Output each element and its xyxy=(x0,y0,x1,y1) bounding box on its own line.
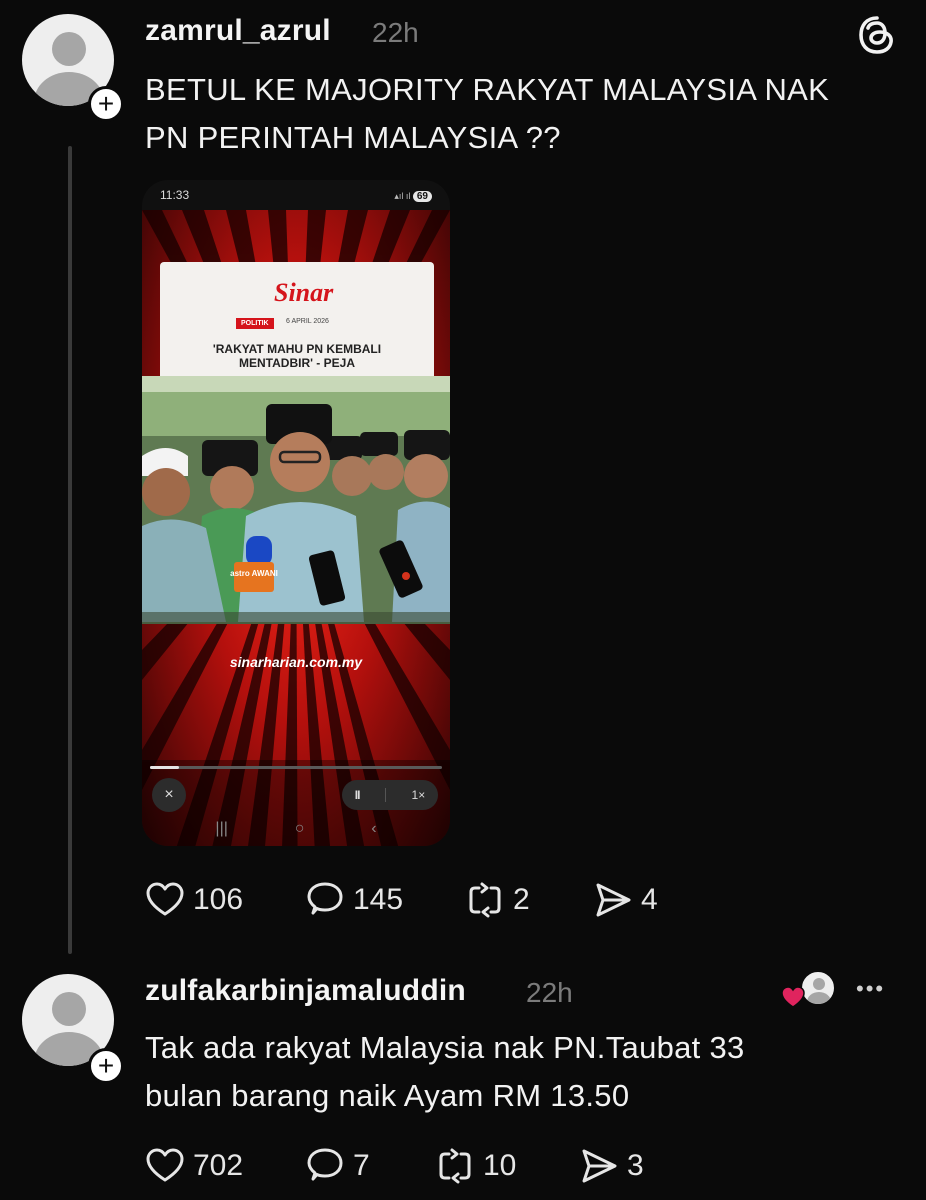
speech-bubble-icon xyxy=(307,1148,343,1181)
headline-line-2: MENTADBIR' - PEJA xyxy=(239,356,355,370)
liked-by-indicator[interactable] xyxy=(780,970,838,1010)
news-headline: 'RAKYAT MAHU PN KEMBALI MENTADBIR' - PEJ… xyxy=(180,342,414,370)
close-video-icon[interactable]: × xyxy=(152,778,186,812)
post-timestamp: 22h xyxy=(372,17,419,48)
post-username[interactable]: zamrul_azrul xyxy=(145,14,331,48)
reply-username[interactable]: zulfakarbinjamaluddin xyxy=(145,974,466,1008)
video-playback-controls[interactable]: II 1× xyxy=(342,780,438,810)
phone-time: 11:33 xyxy=(160,188,190,202)
headline-line-1: 'RAKYAT MAHU PN KEMBALI xyxy=(212,342,382,356)
share-count: 3 xyxy=(627,1149,644,1182)
video-progress-fill xyxy=(150,766,180,769)
recent-apps-icon: ||| xyxy=(215,820,228,837)
follow-plus-icon[interactable]: + xyxy=(88,1048,124,1084)
sinar-logo: Sinar xyxy=(274,278,334,307)
speech-bubble-icon xyxy=(307,882,343,915)
like-count: 702 xyxy=(193,1149,244,1182)
post-media-video[interactable]: 11:33 ▴ıl ıl 69 Sinar POLITIK 6 APRIL 20… xyxy=(142,180,450,846)
avatar-head xyxy=(52,992,86,1026)
video-progress-bar[interactable] xyxy=(150,766,442,769)
reply-action-bar: 702 7 10 3 xyxy=(145,1146,644,1186)
share-count: 4 xyxy=(641,883,658,916)
repost-button[interactable]: 10 xyxy=(435,1146,579,1186)
playback-speed[interactable]: 1× xyxy=(412,788,426,802)
like-button[interactable]: 702 xyxy=(145,1146,305,1186)
phone-navigation-bar: ||| ○ ‹ xyxy=(142,820,450,838)
more-options-icon[interactable]: ••• xyxy=(856,976,885,1002)
press-photo: astro AWANI xyxy=(142,376,450,624)
news-category: POLITIK xyxy=(236,318,274,329)
reply-button[interactable]: 145 xyxy=(305,880,465,920)
send-icon xyxy=(582,1149,617,1183)
phone-status-icons: ▴ıl ıl 69 xyxy=(394,188,432,202)
post-text-line-2: PN PERINTAH MALAYSIA ?? xyxy=(145,120,561,155)
share-button[interactable]: 3 xyxy=(579,1146,644,1186)
source-website: sinarharian.com.my xyxy=(229,654,363,670)
heart-filled-icon xyxy=(781,986,805,1008)
share-button[interactable]: 4 xyxy=(593,880,658,920)
reply-count: 7 xyxy=(353,1149,370,1182)
home-icon: ○ xyxy=(294,820,305,837)
heart-outline-icon xyxy=(146,882,184,916)
mic-flag-label: astro AWANI xyxy=(230,569,278,578)
like-count: 106 xyxy=(193,883,244,916)
reply-text-line-2: bulan barang naik Ayam RM 13.50 xyxy=(145,1078,630,1113)
control-separator xyxy=(384,788,386,802)
heart-outline-icon xyxy=(146,1148,184,1182)
battery-icon: 69 xyxy=(412,191,432,202)
reply-text-line-1: Tak ada rakyat Malaysia nak PN.Taubat 33 xyxy=(145,1030,745,1065)
thread-connector-line xyxy=(68,146,72,954)
back-icon: ‹ xyxy=(371,820,377,837)
threads-logo-icon[interactable] xyxy=(856,14,898,56)
reply-timestamp: 22h xyxy=(526,977,573,1008)
phone-status-bar: 11:33 ▴ıl ıl 69 xyxy=(142,180,450,210)
repost-count: 2 xyxy=(513,883,530,916)
post-text-line-1: BETUL KE MAJORITY RAKYAT MALAYSIA NAK xyxy=(145,72,830,107)
repost-arrows-icon xyxy=(469,882,501,918)
repost-button[interactable]: 2 xyxy=(465,880,593,920)
news-date: 6 APRIL 2026 xyxy=(286,318,329,325)
reply-button[interactable]: 7 xyxy=(305,1146,435,1186)
send-icon xyxy=(596,883,631,917)
like-button[interactable]: 106 xyxy=(145,880,305,920)
pause-icon[interactable]: II xyxy=(355,788,361,802)
repost-count: 10 xyxy=(483,1149,517,1182)
repost-arrows-icon xyxy=(439,1148,471,1184)
follow-plus-icon[interactable]: + xyxy=(88,86,124,122)
avatar-head xyxy=(52,32,86,66)
mini-avatar-head xyxy=(813,978,825,990)
post-action-bar: 106 145 2 4 xyxy=(145,880,658,920)
mini-avatar-body xyxy=(807,992,831,1004)
reply-count: 145 xyxy=(353,883,404,916)
